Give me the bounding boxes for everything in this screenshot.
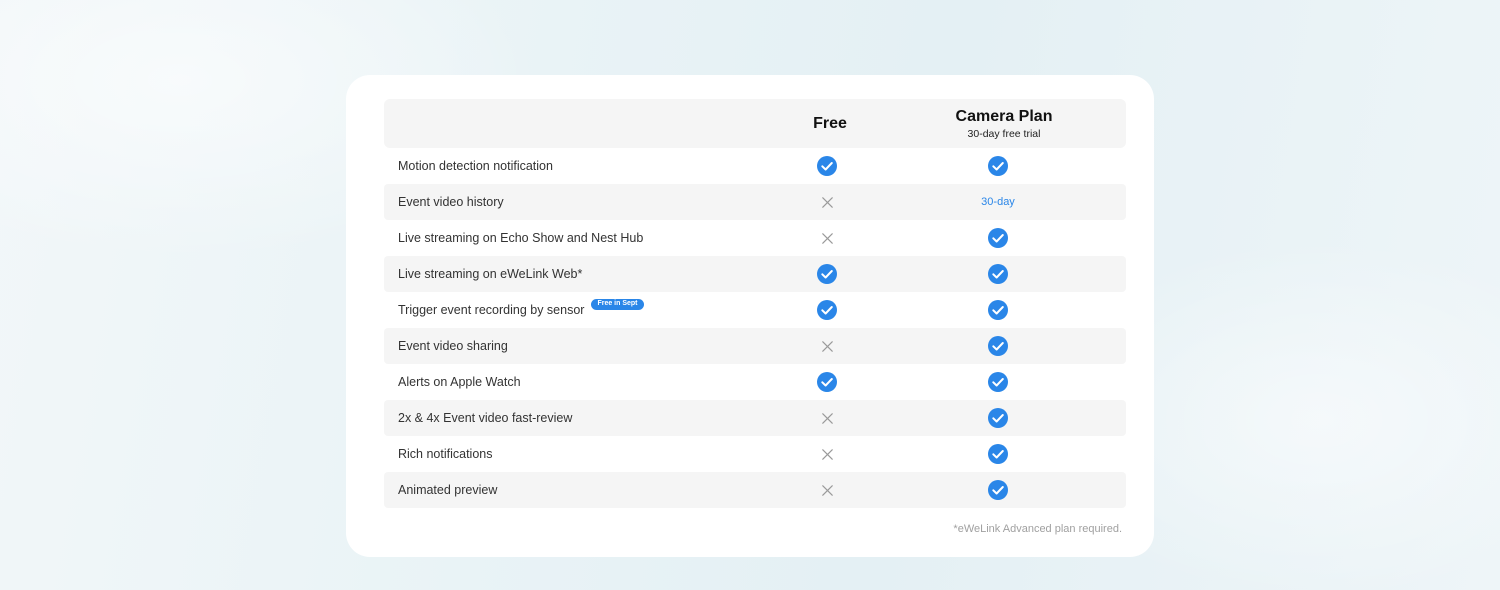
cross-icon	[821, 340, 833, 352]
feature-label: Rich notifications	[398, 447, 493, 461]
feature-cell: Motion detection notification	[398, 148, 553, 184]
check-icon	[988, 444, 1008, 464]
feature-cell: Event video history	[398, 184, 504, 220]
table-row: Event video history 30-day	[384, 184, 1126, 220]
feature-label: Event video sharing	[398, 339, 508, 353]
feature-cell: Animated preview	[398, 472, 497, 508]
feature-label: Motion detection notification	[398, 159, 553, 173]
feature-cell: 2x & 4x Event video fast-review	[398, 400, 572, 436]
check-icon	[817, 156, 837, 176]
table-row: Event video sharing	[384, 328, 1126, 364]
camera-plan-cell	[974, 256, 1022, 292]
check-icon	[988, 300, 1008, 320]
free-cell	[815, 436, 839, 472]
feature-label: Live streaming on Echo Show and Nest Hub	[398, 231, 644, 245]
check-icon	[988, 372, 1008, 392]
free-cell	[815, 328, 839, 364]
cross-icon	[821, 412, 833, 424]
table-row: Animated preview	[384, 472, 1126, 508]
cross-icon	[821, 232, 833, 244]
camera-plan-cell	[974, 148, 1022, 184]
check-icon	[988, 156, 1008, 176]
feature-cell: Event video sharing	[398, 328, 508, 364]
table-body: Motion detection notification Event video…	[384, 148, 1126, 508]
free-cell	[815, 364, 839, 400]
feature-label: Alerts on Apple Watch	[398, 375, 521, 389]
cross-icon	[821, 484, 833, 496]
check-icon	[988, 480, 1008, 500]
camera-plan-title: Camera Plan	[955, 108, 1053, 125]
free-in-sept-badge: Free in Sept	[591, 298, 644, 310]
table-row: Live streaming on eWeLink Web*	[384, 256, 1126, 292]
check-icon	[988, 264, 1008, 284]
check-icon	[817, 264, 837, 284]
camera-plan-cell	[974, 472, 1022, 508]
camera-plan-cell	[974, 328, 1022, 364]
feature-cell: Rich notifications	[398, 436, 493, 472]
free-cell	[815, 400, 839, 436]
table-row: Live streaming on Echo Show and Nest Hub	[384, 220, 1126, 256]
check-icon	[817, 300, 837, 320]
check-icon	[988, 408, 1008, 428]
footnote: *eWeLink Advanced plan required.	[953, 523, 1122, 535]
table-row: 2x & 4x Event video fast-review	[384, 400, 1126, 436]
plan-comparison-table: Free Camera Plan 30-day free trial Motio…	[384, 99, 1126, 508]
free-cell	[815, 184, 839, 220]
free-column-header: Free	[813, 114, 847, 132]
feature-cell: Live streaming on eWeLink Web*	[398, 256, 582, 292]
table-row: Alerts on Apple Watch	[384, 364, 1126, 400]
table-row: Rich notifications	[384, 436, 1126, 472]
cross-icon	[821, 448, 833, 460]
check-icon	[988, 228, 1008, 248]
camera-plan-cell	[974, 292, 1022, 328]
feature-cell: Alerts on Apple Watch	[398, 364, 521, 400]
free-cell	[815, 220, 839, 256]
table-row: Motion detection notification	[384, 148, 1126, 184]
cross-icon	[821, 196, 833, 208]
free-cell	[815, 256, 839, 292]
camera-plan-column-header: Camera Plan 30-day free trial	[924, 107, 1084, 141]
feature-label: Event video history	[398, 195, 504, 209]
free-cell	[815, 148, 839, 184]
camera-plan-cell: 30-day	[974, 184, 1022, 220]
feature-cell: Trigger event recording by sensor Free in…	[398, 292, 644, 328]
camera-plan-subtitle: 30-day free trial	[967, 128, 1041, 140]
feature-label: Animated preview	[398, 483, 498, 497]
check-icon	[817, 372, 837, 392]
table-header: Free Camera Plan 30-day free trial	[384, 99, 1126, 148]
feature-label: Trigger event recording by sensor	[398, 303, 585, 317]
comparison-card: Free Camera Plan 30-day free trial Motio…	[346, 75, 1154, 557]
feature-cell: Live streaming on Echo Show and Nest Hub	[398, 220, 643, 256]
free-cell	[815, 292, 839, 328]
check-icon	[988, 336, 1008, 356]
free-cell	[815, 472, 839, 508]
table-row: Trigger event recording by sensor Free in…	[384, 292, 1126, 328]
history-days-value: 30-day	[981, 196, 1015, 208]
camera-plan-cell	[974, 220, 1022, 256]
camera-plan-cell	[974, 364, 1022, 400]
feature-label: Live streaming on eWeLink Web*	[398, 267, 583, 281]
camera-plan-cell	[974, 400, 1022, 436]
camera-plan-cell	[974, 436, 1022, 472]
feature-label: 2x & 4x Event video fast-review	[398, 411, 573, 425]
